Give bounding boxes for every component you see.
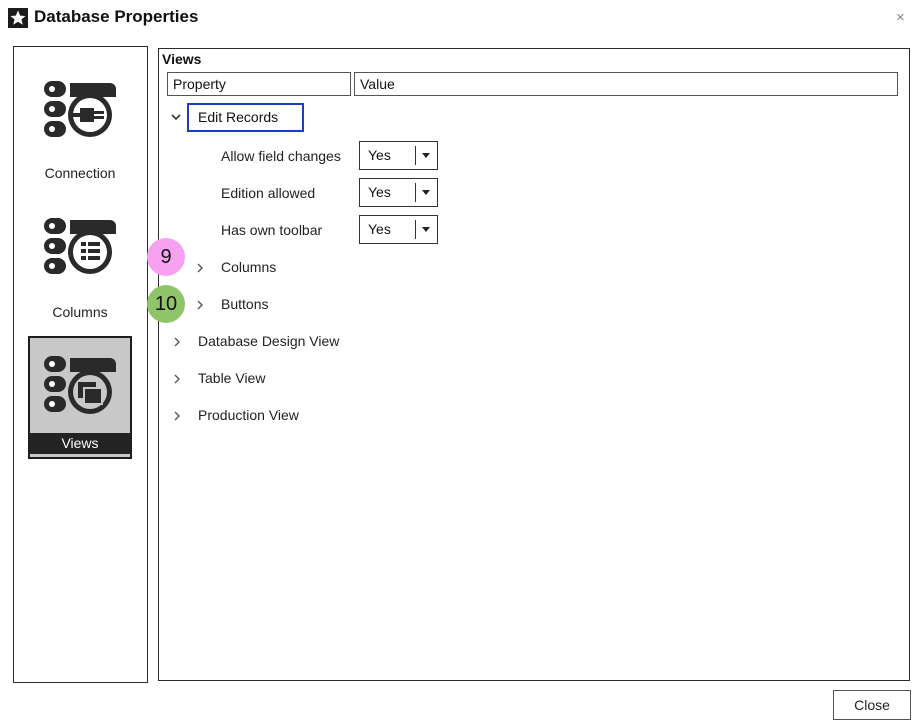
has-own-toolbar-select[interactable]: Yes	[359, 215, 438, 244]
select-value: Yes	[368, 184, 391, 200]
select-value: Yes	[368, 147, 391, 163]
tree-node-buttons[interactable]: Buttons	[221, 293, 268, 315]
close-button[interactable]: Close	[833, 690, 911, 720]
sidebar-item-columns[interactable]: Columns	[28, 212, 132, 320]
dropdown-arrow-icon[interactable]	[422, 190, 430, 195]
property-label: Edition allowed	[221, 185, 316, 201]
sidebar: Connection Columns Views	[13, 46, 148, 683]
chevron-right-icon[interactable]	[196, 299, 204, 313]
chevron-right-icon[interactable]	[196, 262, 204, 276]
value-column-header[interactable]: Value	[354, 72, 898, 96]
tree-node-edit-records[interactable]: Edit Records	[187, 103, 304, 132]
dropdown-arrow-icon[interactable]	[422, 153, 430, 158]
step-badge-9: 9	[147, 238, 185, 276]
connection-plug-icon	[44, 81, 116, 137]
tree-node-table-view[interactable]: Table View	[198, 367, 265, 389]
sidebar-item-views[interactable]: Views	[28, 336, 132, 459]
sidebar-item-label: Connection	[44, 165, 116, 181]
group-title: Views	[159, 51, 205, 67]
window-title: Database Properties	[34, 7, 199, 26]
sidebar-item-label: Columns	[52, 304, 108, 320]
select-value: Yes	[368, 221, 391, 237]
step-badge-10: 10	[147, 285, 185, 323]
tree-node-production-view[interactable]: Production View	[198, 404, 299, 426]
title-bar: Database Properties ×	[0, 0, 912, 36]
star-icon	[8, 8, 28, 28]
columns-list-icon	[44, 218, 116, 274]
views-windows-icon	[44, 356, 116, 414]
edition-allowed-select[interactable]: Yes	[359, 178, 438, 207]
property-column-header[interactable]: Property	[167, 72, 351, 96]
chevron-right-icon[interactable]	[173, 410, 181, 424]
sidebar-item-connection[interactable]: Connection	[28, 75, 132, 181]
chevron-right-icon[interactable]	[173, 373, 181, 387]
property-label: Has own toolbar	[221, 222, 323, 238]
close-window-icon[interactable]: ×	[896, 9, 905, 26]
tree-node-database-design-view[interactable]: Database Design View	[198, 330, 339, 352]
dropdown-arrow-icon[interactable]	[422, 227, 430, 232]
property-label: Allow field changes	[221, 148, 341, 164]
views-panel	[158, 48, 910, 681]
chevron-right-icon[interactable]	[173, 336, 181, 350]
allow-field-changes-select[interactable]: Yes	[359, 141, 438, 170]
sidebar-item-label: Views	[30, 433, 130, 454]
chevron-down-icon[interactable]	[171, 110, 181, 124]
tree-node-columns[interactable]: Columns	[221, 256, 276, 278]
